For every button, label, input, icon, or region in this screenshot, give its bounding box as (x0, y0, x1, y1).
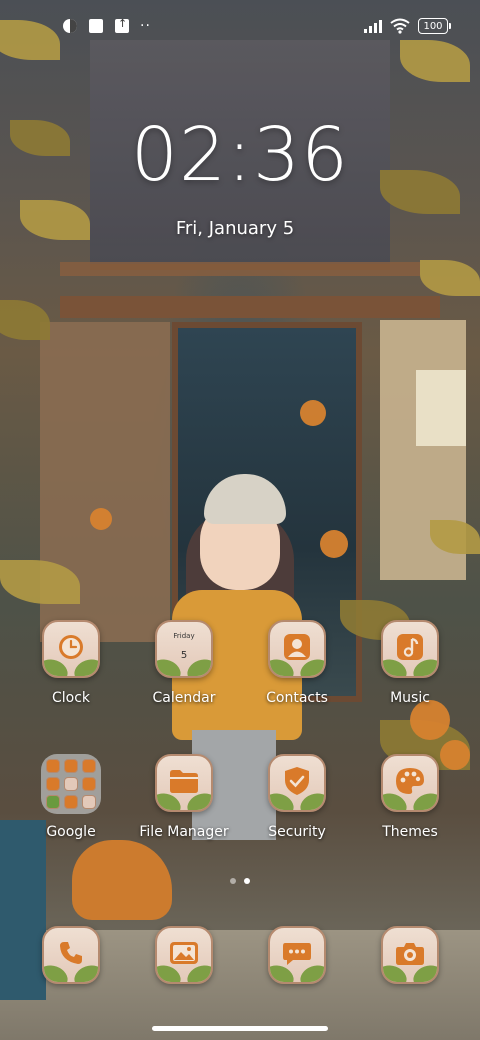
app-folder-google[interactable]: Google (15, 754, 127, 840)
clock-icon (42, 620, 100, 678)
upload-notification-icon (114, 17, 130, 34)
dock-phone[interactable] (15, 926, 127, 984)
clock-date[interactable]: Fri, January 5 (0, 218, 470, 239)
app-security[interactable]: Security (241, 754, 353, 840)
palette-icon (381, 754, 439, 812)
system-status-icons: 100 (364, 18, 451, 34)
app-themes[interactable]: Themes (354, 754, 466, 840)
page-dot[interactable] (230, 878, 236, 884)
theme-notification-icon (62, 18, 78, 34)
music-note-icon (381, 620, 439, 678)
status-bar: ·· 100 (0, 0, 480, 56)
messages-icon (268, 926, 326, 984)
app-notification-icon (88, 18, 104, 34)
dock-gallery[interactable] (128, 926, 240, 984)
app-label: Clock (51, 690, 91, 706)
notification-icons: ·· (62, 17, 151, 34)
clock-time[interactable]: 02:36 (0, 112, 480, 198)
dock-camera[interactable] (354, 926, 466, 984)
battery-icon: 100 (418, 18, 451, 34)
gallery-icon (155, 926, 213, 984)
shield-check-icon (268, 754, 326, 812)
page-dot-active[interactable] (244, 878, 250, 884)
app-calendar[interactable]: Friday 5 Calendar (128, 620, 240, 706)
app-label: Themes (382, 824, 438, 840)
phone-icon (42, 926, 100, 984)
app-label: Security (268, 824, 326, 840)
app-clock[interactable]: Clock (15, 620, 127, 706)
dock-messages[interactable] (241, 926, 353, 984)
wifi-icon (390, 18, 410, 34)
app-music[interactable]: Music (354, 620, 466, 706)
calendar-day-number: 5 (180, 650, 188, 661)
home-indicator[interactable] (152, 1026, 328, 1031)
app-label: Contacts (266, 690, 328, 706)
app-file-manager[interactable]: File Manager (128, 754, 240, 840)
camera-icon (381, 926, 439, 984)
app-contacts[interactable]: Contacts (241, 620, 353, 706)
app-label: File Manager (139, 824, 229, 840)
app-label: Calendar (152, 690, 216, 706)
person-icon (268, 620, 326, 678)
page-indicator (0, 878, 480, 884)
app-label: Music (390, 690, 430, 706)
folder-file-icon (155, 754, 213, 812)
app-label: Google (46, 824, 96, 840)
folder-icon (41, 754, 101, 814)
signal-icon (364, 19, 382, 33)
calendar-icon: Friday 5 (155, 620, 213, 678)
more-notifications-icon: ·· (140, 18, 151, 34)
calendar-day-name: Friday (173, 632, 195, 640)
